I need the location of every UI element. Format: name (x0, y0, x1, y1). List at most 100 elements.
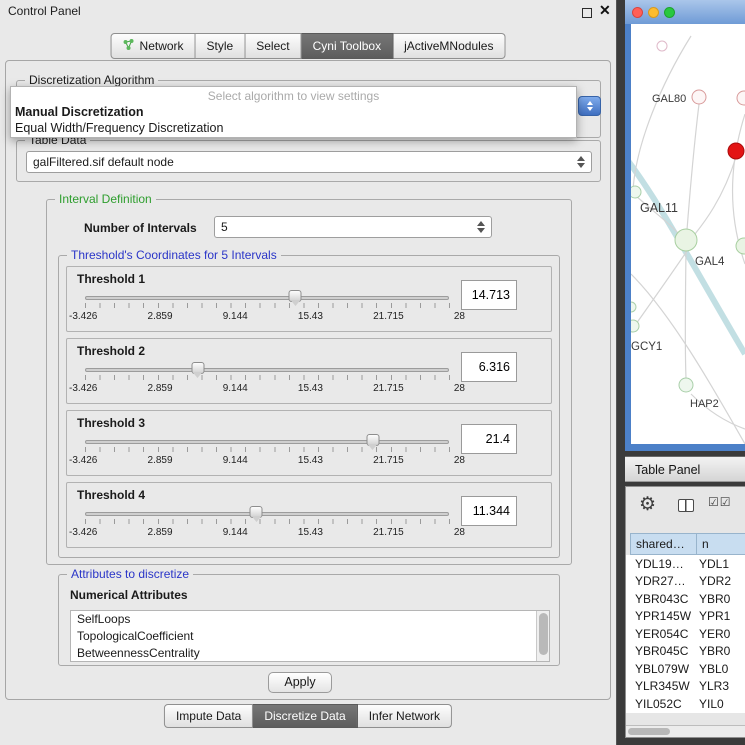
table-header-row: shared… n (626, 533, 745, 555)
scrollbar-thumb[interactable] (539, 613, 548, 655)
node-label: GCY1 (631, 341, 662, 353)
network-node[interactable] (631, 186, 641, 198)
threshold-value-input[interactable] (461, 496, 517, 526)
dropdown-option-manual[interactable]: Manual Discretization (11, 104, 576, 120)
node-table: shared… n YDL19…YDL1 YDR27…YDR2 YBR043CY… (626, 533, 745, 713)
table-panel-window: ⚙ ☑☑ shared… n YDL19…YDL1 YDR27…YDR2 YBR… (625, 486, 745, 738)
network-node[interactable] (657, 41, 667, 51)
network-node-selected[interactable] (728, 143, 744, 159)
network-node[interactable] (631, 302, 636, 312)
slider-track[interactable] (85, 512, 449, 516)
num-intervals-label: Number of Intervals (84, 221, 197, 235)
network-edge (687, 104, 699, 230)
threshold-slider[interactable] (85, 505, 449, 525)
list-item[interactable]: TopologicalCoefficient (71, 628, 549, 645)
table-toolbar: ⚙ ☑☑ (626, 487, 745, 527)
columns-icon[interactable] (678, 499, 694, 512)
minimize-traffic-light-icon[interactable] (648, 7, 659, 18)
slider-track[interactable] (85, 440, 449, 444)
apply-button[interactable]: Apply (268, 672, 332, 693)
select-columns-checkbox-icons[interactable]: ☑☑ (708, 495, 732, 509)
algorithm-dropdown-popup: Select algorithm to view settings Manual… (10, 86, 577, 138)
gear-icon[interactable]: ⚙ (639, 493, 656, 516)
num-intervals-value: 5 (221, 220, 477, 234)
table-horizontal-scrollbar[interactable] (626, 725, 745, 737)
table-row[interactable]: YIL052CYIL0 (626, 695, 745, 713)
group-title: Discretization Algorithm (25, 73, 158, 87)
node-label: GAL80 (652, 93, 686, 105)
numerical-attributes-label: Numerical Attributes (70, 588, 188, 602)
table-row[interactable]: YBR045CYBR0 (626, 643, 745, 661)
slider-ticks (85, 447, 450, 452)
tab-infer-network[interactable]: Infer Network (358, 704, 452, 728)
table-row[interactable]: YLR345WYLR3 (626, 678, 745, 696)
table-row[interactable]: YBR043CYBR0 (626, 590, 745, 608)
tab-style[interactable]: Style (196, 33, 246, 59)
zoom-traffic-light-icon[interactable] (664, 7, 675, 18)
threshold-value-input[interactable] (461, 352, 517, 382)
slider-track[interactable] (85, 368, 449, 372)
num-intervals-spinner[interactable]: 5 (214, 216, 492, 238)
threshold-label: Threshold 1 (77, 272, 145, 286)
slider-thumb[interactable] (366, 434, 379, 446)
algorithm-combobox[interactable] (578, 96, 601, 116)
slider-ticks (85, 519, 450, 524)
threshold-panel-1: Threshold 1 -3.426 2.859 9.144 15.43 21.… (66, 266, 552, 332)
table-row[interactable]: YPR145WYPR1 (626, 608, 745, 626)
network-node[interactable] (675, 229, 697, 251)
slider-track[interactable] (85, 296, 449, 300)
table-row[interactable]: YDL19…YDL1 (626, 555, 745, 573)
close-traffic-light-icon[interactable] (632, 7, 643, 18)
numerical-attributes-list[interactable]: SelfLoops TopologicalCoefficient Between… (70, 610, 550, 662)
tab-network[interactable]: Network (111, 33, 196, 59)
table-row[interactable]: YER054CYER0 (626, 625, 745, 643)
network-node[interactable] (679, 378, 693, 392)
threshold-slider[interactable] (85, 361, 449, 381)
threshold-label: Threshold 2 (77, 344, 145, 358)
threshold-slider[interactable] (85, 433, 449, 453)
table-data-select[interactable]: galFiltered.sif default node (26, 151, 592, 173)
tab-select[interactable]: Select (245, 33, 301, 59)
bottom-tab-bar: Impute Data Discretize Data Infer Networ… (164, 704, 452, 728)
column-header[interactable]: n (697, 533, 745, 555)
slider-scale-labels: -3.426 2.859 9.144 15.43 21.715 28 (69, 383, 465, 394)
node-label: GAL4 (695, 256, 725, 268)
slider-ticks (85, 375, 450, 380)
tab-jactivemnodules[interactable]: jActiveMNodules (393, 33, 505, 59)
threshold-slider[interactable] (85, 289, 449, 309)
network-node[interactable] (736, 238, 745, 254)
node-label: HAP2 (690, 398, 719, 410)
threshold-value-input[interactable] (461, 280, 517, 310)
network-canvas[interactable]: GAL80 GAL11 GAL4 GCY1 HAP2 (631, 24, 745, 444)
network-icon (123, 38, 136, 54)
threshold-value-input[interactable] (461, 424, 517, 454)
slider-scale-labels: -3.426 2.859 9.144 15.43 21.715 28 (69, 311, 465, 322)
group-title: Interval Definition (55, 192, 156, 206)
dropdown-option-equal-width[interactable]: Equal Width/Frequency Discretization (11, 120, 576, 136)
list-item[interactable]: SelfLoops (71, 611, 549, 628)
slider-thumb[interactable] (191, 362, 204, 374)
top-tab-bar: Network Style Select Cyni Toolbox jActiv… (111, 33, 506, 59)
tab-impute-data[interactable]: Impute Data (164, 704, 253, 728)
scrollbar-thumb[interactable] (628, 728, 670, 735)
panel-title: Control Panel (8, 4, 81, 18)
tab-cyni-toolbox[interactable]: Cyni Toolbox (302, 33, 393, 59)
network-node[interactable] (692, 90, 706, 104)
close-icon[interactable]: ✕ (599, 2, 611, 19)
threshold-label: Threshold 3 (77, 416, 145, 430)
slider-thumb[interactable] (250, 506, 263, 518)
table-row[interactable]: YDR27…YDR2 (626, 573, 745, 591)
float-window-icon[interactable] (582, 8, 592, 18)
threshold-panel-4: Threshold 4 -3.426 2.859 9.144 15.43 21.… (66, 482, 552, 548)
slider-ticks (85, 303, 450, 308)
tab-discretize-data[interactable]: Discretize Data (253, 704, 357, 728)
threshold-panel-2: Threshold 2 -3.426 2.859 9.144 15.43 21.… (66, 338, 552, 404)
tab-label: Network (140, 39, 184, 53)
list-scrollbar[interactable] (536, 611, 549, 661)
list-item[interactable]: BetweennessCentrality (71, 645, 549, 662)
network-node[interactable] (631, 320, 639, 332)
table-row[interactable]: YBL079WYBL0 (626, 660, 745, 678)
slider-thumb[interactable] (289, 290, 302, 302)
network-node[interactable] (737, 91, 745, 105)
column-header[interactable]: shared… (630, 533, 697, 555)
